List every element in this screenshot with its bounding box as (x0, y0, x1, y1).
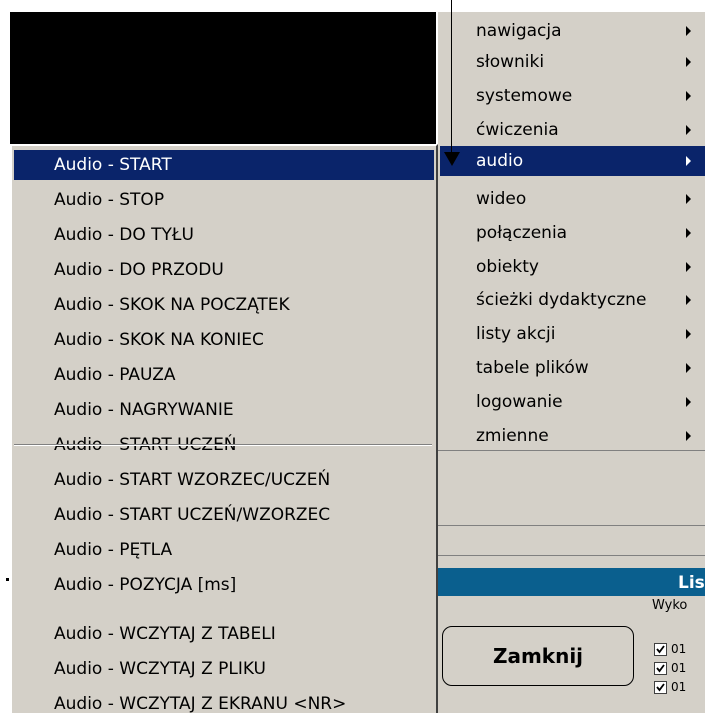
main-menu: nawigacja słowniki systemowe ćwiczenia a… (436, 12, 705, 450)
menu-item-label: ćwiczenia (476, 120, 559, 140)
submenu-arrow-icon (686, 228, 691, 238)
menu-item-label: zmienne (476, 426, 549, 446)
submenu-item-audio-skok-na-koniec[interactable]: Audio - SKOK NA KONIEC (14, 325, 434, 355)
submenu-item-audio-do-przodu[interactable]: Audio - DO PRZODU (14, 255, 434, 285)
menu-item-label: audio (476, 151, 524, 171)
menu-item-cwiczenia[interactable]: ćwiczenia (440, 115, 705, 145)
menu-item-logowanie[interactable]: logowanie (440, 387, 705, 417)
submenu-arrow-icon (686, 431, 691, 441)
menu-item-label: obiekty (476, 257, 539, 277)
checkmark-icon (656, 682, 665, 691)
submenu-item-audio-pauza[interactable]: Audio - PAUZA (14, 360, 434, 390)
menu-item-polaczenia[interactable]: połączenia (440, 218, 705, 248)
menu-item-label: ścieżki dydaktyczne (476, 290, 647, 310)
menu-item-slowniki[interactable]: słowniki (440, 47, 705, 77)
divider (436, 555, 705, 556)
submenu-arrow-icon (686, 194, 691, 204)
menu-item-label: tabele plików (476, 358, 589, 378)
checkmark-icon (656, 644, 665, 653)
menu-item-listy-akcji[interactable]: listy akcji (440, 319, 705, 349)
menu-item-tabele-plikow[interactable]: tabele plików (440, 353, 705, 383)
checkbox-row[interactable]: 01 (654, 659, 686, 677)
checkbox-label: 01 (671, 642, 687, 656)
checkbox[interactable] (654, 661, 667, 675)
divider (436, 525, 705, 526)
submenu-item-audio-start-wzorzec-uczen[interactable]: Audio - START WZORZEC/UCZEŃ (14, 465, 434, 495)
checkbox-row[interactable]: 01 (654, 640, 686, 658)
menu-item-label: słowniki (476, 52, 545, 72)
checkbox-row[interactable]: 01 (654, 678, 686, 696)
submenu-item-audio-petla[interactable]: Audio - PĘTLA (14, 535, 434, 565)
menu-item-nawigacja[interactable]: nawigacja (440, 16, 705, 46)
edge-mark (6, 578, 9, 581)
submenu-arrow-icon (686, 57, 691, 67)
pointer-arrow-icon (444, 152, 460, 166)
submenu-item-audio-start-uczen-wzorzec[interactable]: Audio - START UCZEŃ/WZORZEC (14, 500, 434, 530)
menu-item-label: listy akcji (476, 324, 556, 344)
submenu-item-audio-wczytaj-z-tabeli[interactable]: Audio - WCZYTAJ Z TABELI (14, 619, 434, 649)
menu-item-systemowe[interactable]: systemowe (440, 81, 705, 111)
audio-submenu: Audio - START Audio - STOP Audio - DO TY… (10, 144, 438, 714)
menu-item-audio[interactable]: audio (440, 146, 705, 176)
submenu-arrow-icon (686, 91, 691, 101)
submenu-arrow-icon (686, 125, 691, 135)
close-button[interactable]: Zamknij (442, 626, 634, 686)
submenu-item-audio-wczytaj-z-pliku[interactable]: Audio - WCZYTAJ Z PLIKU (14, 654, 434, 684)
checkbox-label: 01 (671, 680, 687, 694)
black-preview-area (10, 12, 440, 154)
submenu-arrow-icon (686, 363, 691, 373)
submenu-item-audio-pozycja[interactable]: Audio - POZYCJA [ms] (14, 570, 434, 600)
submenu-arrow-icon (686, 397, 691, 407)
submenu-item-audio-nagrywanie[interactable]: Audio - NAGRYWANIE (14, 395, 434, 425)
checkbox[interactable] (654, 680, 667, 694)
checkmark-icon (656, 663, 665, 672)
submenu-item-audio-do-tylu[interactable]: Audio - DO TYŁU (14, 220, 434, 250)
checkbox-label: 01 (671, 661, 687, 675)
pointer-line (451, 0, 452, 152)
submenu-item-audio-wczytaj-z-ekranu[interactable]: Audio - WCZYTAJ Z EKRANU <NR> (14, 689, 434, 719)
menu-item-label: logowanie (476, 392, 563, 412)
menu-item-label: połączenia (476, 223, 568, 243)
submenu-item-audio-start[interactable]: Audio - START (14, 150, 434, 180)
group-label: Wyko (652, 598, 688, 613)
menu-item-zmienne[interactable]: zmienne (440, 421, 705, 451)
menu-item-obiekty[interactable]: obiekty (440, 252, 705, 282)
submenu-arrow-icon (686, 156, 691, 166)
menu-separator (14, 445, 432, 446)
submenu-arrow-icon (686, 329, 691, 339)
menu-item-label: nawigacja (476, 21, 562, 41)
menu-item-sciezki-dydaktyczne[interactable]: ścieżki dydaktyczne (440, 285, 705, 315)
submenu-arrow-icon (686, 295, 691, 305)
list-header-bar (436, 568, 705, 596)
submenu-item-audio-skok-na-poczatek[interactable]: Audio - SKOK NA POCZĄTEK (14, 290, 434, 320)
submenu-arrow-icon (686, 26, 691, 36)
submenu-arrow-icon (686, 262, 691, 272)
menu-item-wideo[interactable]: wideo (440, 184, 705, 214)
menu-item-label: wideo (476, 189, 527, 209)
submenu-item-audio-stop[interactable]: Audio - STOP (14, 185, 434, 215)
checkbox[interactable] (654, 642, 667, 656)
menu-item-label: systemowe (476, 86, 573, 106)
list-title: Lis (678, 573, 705, 593)
